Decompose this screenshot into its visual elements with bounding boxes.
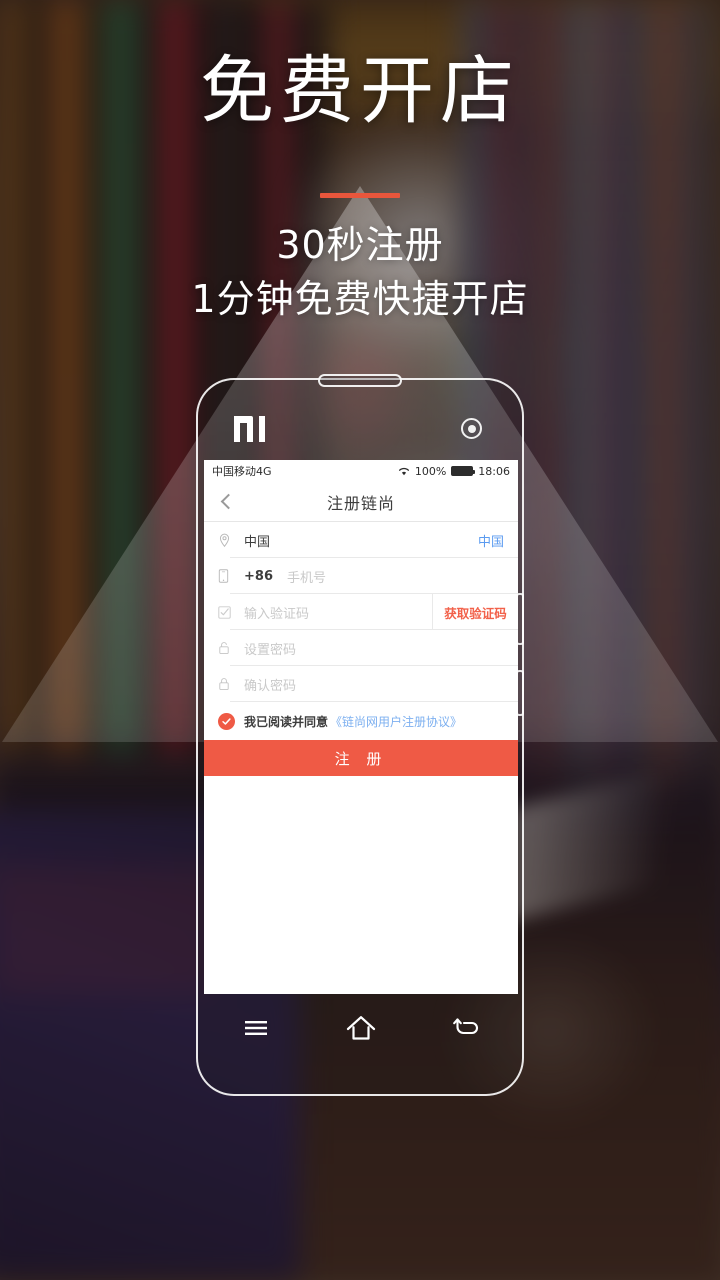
phone-mockup: 中国移动4G 100% 18:06 注册链尚 中国 中国 +86 手机号 输入验… (196, 374, 524, 1096)
menu-button[interactable] (233, 1008, 279, 1048)
promo-subtitle-line2: 1分钟免费快捷开店 (191, 276, 529, 321)
promo-subtitle: 30秒注册 1分钟免费快捷开店 (0, 219, 720, 327)
promo-divider (320, 193, 400, 198)
menu-icon (245, 1021, 268, 1035)
front-camera-icon (461, 418, 482, 439)
location-pin-icon (218, 522, 244, 558)
confirm-password-input[interactable]: 确认密码 (244, 675, 296, 694)
lock-open-icon (218, 630, 244, 666)
android-softkeys (204, 1004, 518, 1052)
verification-code-row[interactable]: 输入验证码 获取验证码 (204, 594, 518, 630)
back-arrow-icon (452, 1018, 478, 1035)
home-icon (346, 1016, 376, 1040)
registration-form: 中国 中国 +86 手机号 输入验证码 获取验证码 设置密码 确认密码 我已阅读… (204, 522, 518, 776)
country-value: 中国 (244, 534, 271, 550)
get-code-button[interactable]: 获取验证码 (432, 594, 518, 630)
status-carrier: 中国移动4G (212, 465, 272, 478)
phone-screen: 中国移动4G 100% 18:06 注册链尚 中国 中国 +86 手机号 输入验… (204, 460, 518, 994)
register-button[interactable]: 注 册 (204, 740, 518, 776)
country-row[interactable]: 中国 中国 (204, 522, 518, 558)
wifi-icon (398, 466, 410, 476)
agreement-link[interactable]: 《链尚网用户注册协议》 (330, 713, 462, 730)
battery-percent: 100% (414, 464, 447, 478)
mobile-phone-icon (218, 558, 244, 594)
password-input[interactable]: 设置密码 (244, 639, 296, 658)
phone-prefix: +86 (244, 568, 273, 584)
country-link[interactable]: 中国 (478, 531, 504, 550)
verification-code-input[interactable]: 输入验证码 (244, 603, 309, 622)
status-time: 18:06 (478, 464, 510, 478)
mi-logo (234, 416, 268, 442)
phone-input[interactable]: 手机号 (287, 567, 326, 586)
back-button-softkey[interactable] (443, 1008, 489, 1048)
battery-full-icon (451, 466, 476, 476)
status-bar: 中国移动4G 100% 18:06 (204, 460, 518, 482)
promo-subtitle-line1: 30秒注册 (276, 223, 444, 267)
page-title: 注册链尚 (326, 493, 395, 513)
confirm-password-row[interactable]: 确认密码 (204, 666, 518, 702)
agreement-row[interactable]: 我已阅读并同意 《链尚网用户注册协议》 (204, 702, 518, 740)
earpiece-speaker (318, 374, 402, 387)
home-button[interactable] (338, 1008, 384, 1048)
app-navbar: 注册链尚 (204, 482, 518, 522)
lock-closed-icon (218, 666, 244, 702)
promo-headline: 免费开店 (200, 48, 520, 134)
agreement-text: 我已阅读并同意 (244, 714, 329, 729)
password-row[interactable]: 设置密码 (204, 630, 518, 666)
checkbox-outline-icon (218, 594, 244, 630)
phone-row[interactable]: +86 手机号 (204, 558, 518, 594)
check-circle-icon[interactable] (218, 712, 235, 730)
